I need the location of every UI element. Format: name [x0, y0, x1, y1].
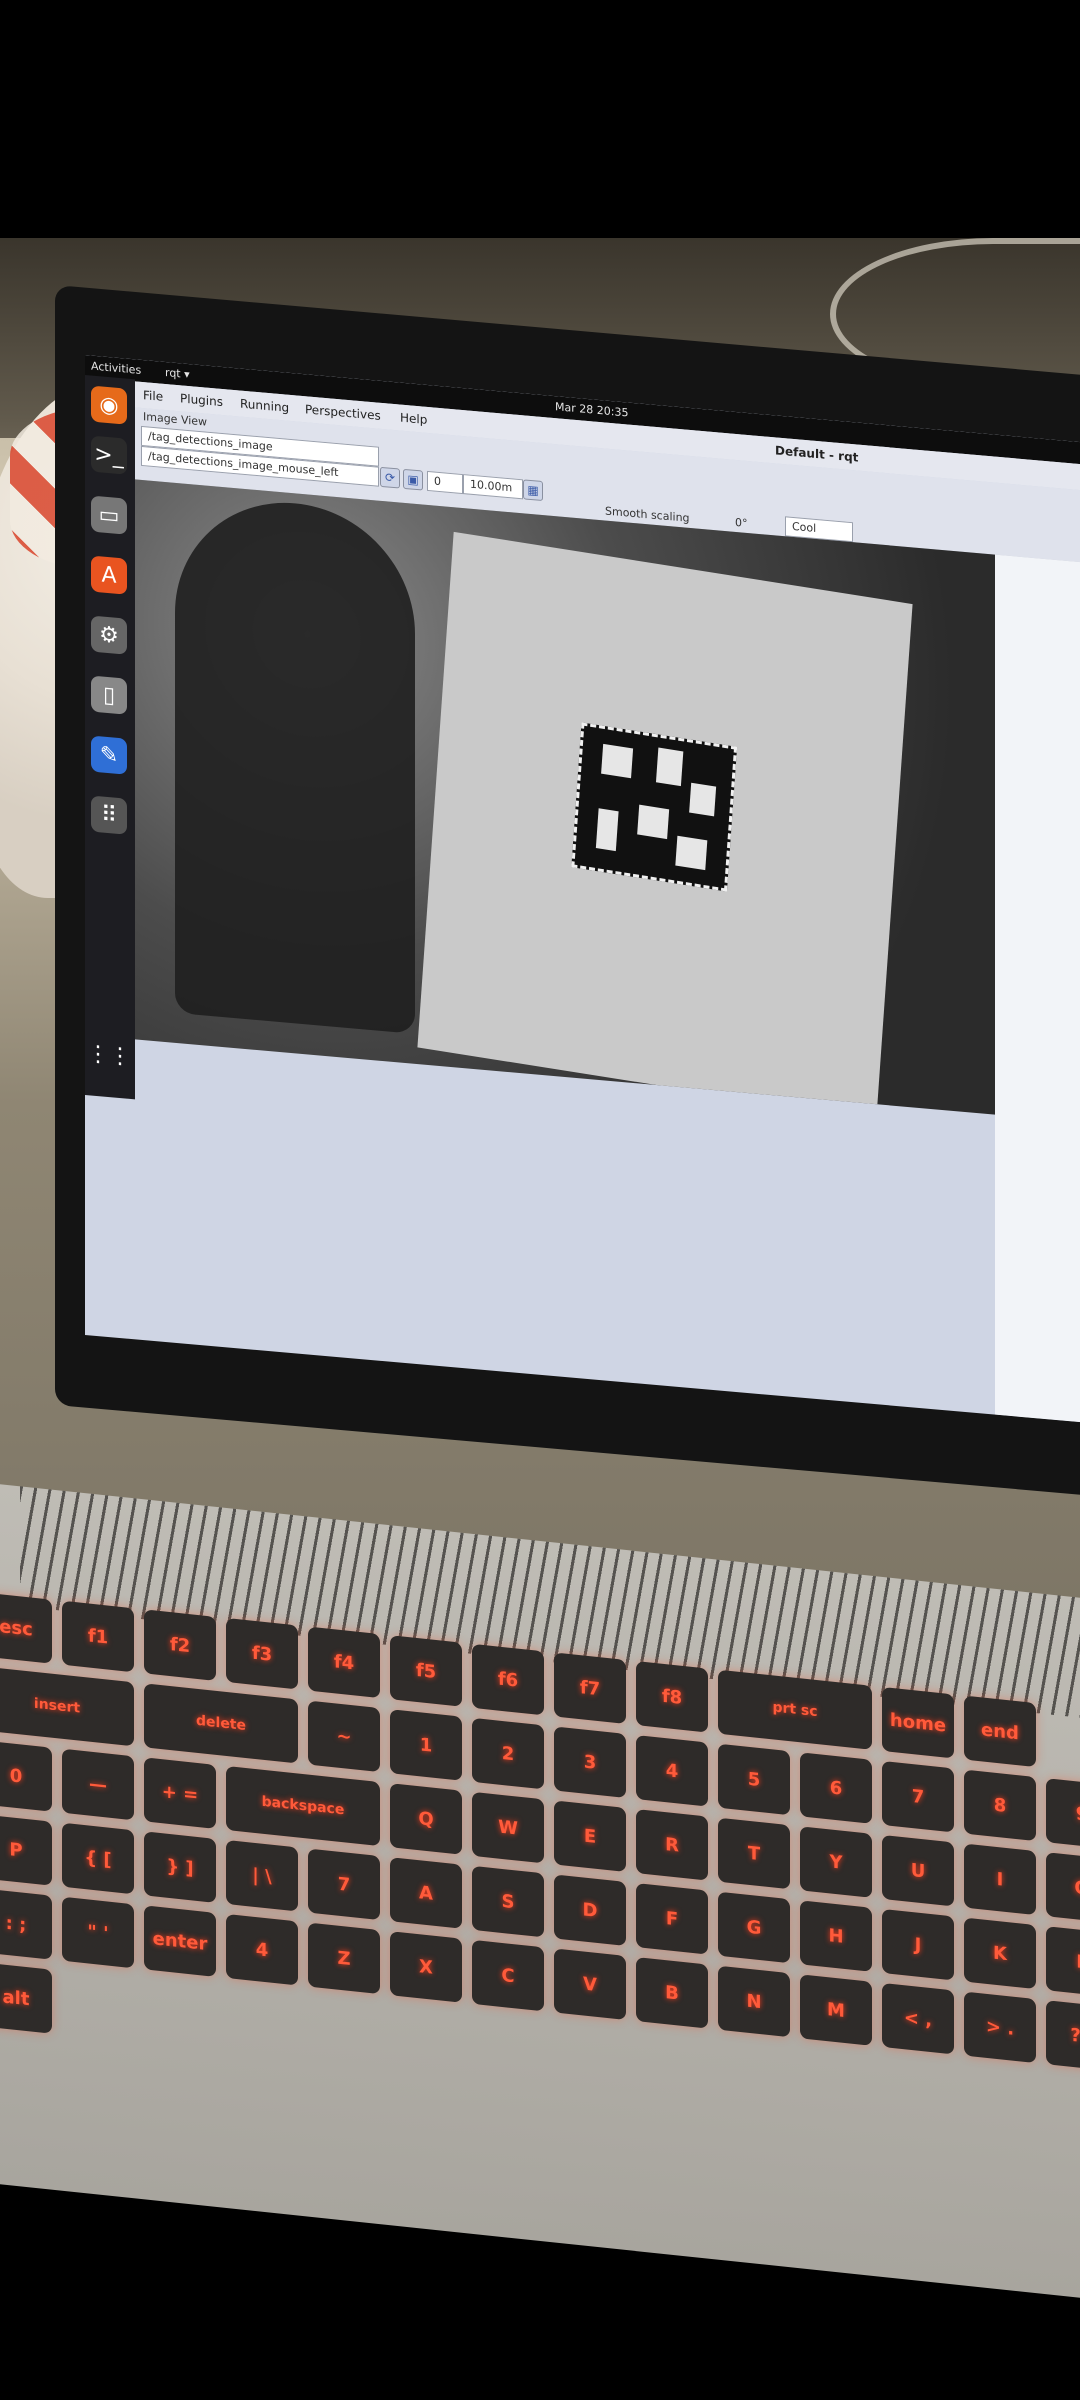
files-icon[interactable]: ▭ [91, 495, 127, 535]
show-apps-icon[interactable]: ⋮⋮ [87, 1036, 131, 1075]
key[interactable]: 8 [964, 1769, 1036, 1842]
menu-plugins[interactable]: Plugins [180, 391, 223, 409]
key[interactable]: 4 [226, 1913, 298, 1986]
key[interactable]: ~ [308, 1700, 380, 1773]
key-grid: esc f1 f2 f3 f4 f5 f6 f7 f8 prt sc home end insert de… [0, 1592, 1080, 2274]
max-value-field[interactable]: 10.00m [463, 474, 523, 500]
key[interactable]: f8 [636, 1661, 708, 1733]
key[interactable]: } ] [144, 1831, 216, 1903]
key[interactable]: F [636, 1883, 708, 1955]
key[interactable]: D [554, 1874, 626, 1946]
key[interactable]: V [554, 1948, 626, 2020]
key[interactable]: alt [0, 1962, 52, 2034]
menu-help[interactable]: Help [400, 411, 427, 427]
key[interactable]: 6 [800, 1752, 872, 1824]
key[interactable]: R [636, 1809, 708, 1881]
camera-image [135, 479, 995, 1115]
key[interactable]: 2 [472, 1717, 544, 1790]
refresh-icon[interactable]: ⟳ [380, 466, 400, 489]
key[interactable]: K [964, 1917, 1036, 1990]
key[interactable]: B [636, 1957, 708, 2029]
spin-box[interactable]: 0 [427, 470, 463, 495]
key[interactable]: T [718, 1817, 790, 1890]
software-icon[interactable]: A [91, 555, 127, 595]
key[interactable]: f6 [472, 1643, 544, 1716]
activities-button[interactable]: Activities [91, 360, 141, 377]
key[interactable]: 7 [308, 1848, 380, 1921]
key[interactable]: enter [144, 1905, 216, 1977]
key[interactable]: A [390, 1857, 462, 1929]
laptop-screen: Activities rqt ▾ Mar 28 20:35 ◉ >_ ▭ A ⚙… [85, 355, 1080, 1426]
key[interactable]: 5 [718, 1743, 790, 1816]
key[interactable]: | \ [226, 1839, 298, 1912]
key[interactable]: Z [308, 1922, 380, 1995]
right-panel [995, 554, 1080, 1426]
key[interactable]: 0 [0, 1740, 52, 1812]
menu-file[interactable]: File [143, 388, 163, 404]
window-title: Default - rqt [775, 443, 859, 465]
key[interactable]: J [882, 1908, 954, 1981]
key[interactable]: E [554, 1800, 626, 1872]
paper-sheet [417, 531, 913, 1115]
key[interactable]: f2 [144, 1609, 216, 1681]
plugin-title: Image View [143, 410, 208, 429]
key[interactable]: N [718, 1965, 790, 2038]
key[interactable]: { [ [62, 1822, 134, 1895]
key[interactable]: > . [964, 1991, 1036, 2064]
dock: ◉ >_ ▭ A ⚙ ▯ ✎ ⠿ ⋮⋮ [85, 375, 135, 1100]
key[interactable]: O [1046, 1852, 1080, 1924]
laptop-keyboard: esc f1 f2 f3 f4 f5 f6 f7 f8 prt sc home end insert de… [0, 1480, 1080, 2307]
key[interactable]: I [964, 1843, 1036, 1916]
clock[interactable]: Mar 28 20:35 [555, 400, 628, 419]
person-silhouette [175, 492, 415, 1034]
key[interactable]: U [882, 1834, 954, 1907]
key[interactable]: G [718, 1891, 790, 1964]
save-icon[interactable]: ▣ [403, 468, 423, 491]
pen-icon[interactable]: ✎ [91, 735, 127, 775]
key[interactable]: X [390, 1931, 462, 2003]
key[interactable]: insert [0, 1666, 134, 1747]
key[interactable]: delete [144, 1683, 298, 1764]
key[interactable]: f7 [554, 1652, 626, 1724]
menu-running[interactable]: Running [240, 397, 289, 415]
key[interactable]: Y [800, 1826, 872, 1898]
key[interactable]: + = [144, 1757, 216, 1829]
key[interactable]: home [882, 1686, 954, 1759]
key[interactable]: — [62, 1748, 134, 1821]
key[interactable]: H [800, 1900, 872, 1972]
key[interactable]: 9 [1046, 1778, 1080, 1850]
menu-perspectives[interactable]: Perspectives [305, 402, 381, 423]
key[interactable]: 3 [554, 1726, 626, 1798]
rotation-label: 0° [735, 515, 748, 530]
key[interactable]: 4 [636, 1735, 708, 1807]
key[interactable]: : ; [0, 1888, 52, 1960]
text-editor-icon[interactable]: ▯ [91, 675, 127, 715]
key[interactable]: " ' [62, 1896, 134, 1969]
settings-icon[interactable]: ⚙ [91, 615, 127, 655]
key[interactable]: W [472, 1791, 544, 1864]
key[interactable]: < , [882, 1982, 954, 2055]
key[interactable]: L [1046, 1926, 1080, 1998]
firefox-icon[interactable]: ◉ [91, 385, 127, 425]
key[interactable]: M [800, 1974, 872, 2046]
key[interactable]: f3 [226, 1617, 298, 1690]
key[interactable]: f1 [62, 1600, 134, 1673]
terminal-icon[interactable]: >_ [91, 435, 127, 475]
key[interactable]: end [964, 1695, 1036, 1768]
key[interactable]: 1 [390, 1709, 462, 1781]
dice-app-icon[interactable]: ⠿ [91, 795, 127, 835]
key[interactable]: esc [0, 1592, 52, 1664]
screenshot-icon[interactable]: ▦ [523, 479, 543, 502]
key[interactable]: 7 [882, 1760, 954, 1833]
app-menu[interactable]: rqt ▾ [165, 366, 190, 381]
key[interactable]: ? / [1046, 2000, 1080, 2072]
key[interactable]: S [472, 1865, 544, 1938]
key[interactable]: Q [390, 1783, 462, 1855]
apriltag-marker [571, 722, 738, 892]
key[interactable]: backspace [226, 1765, 380, 1847]
key[interactable]: P [0, 1814, 52, 1886]
key[interactable]: f4 [308, 1626, 380, 1699]
key[interactable]: C [472, 1939, 544, 2012]
key[interactable]: f5 [390, 1635, 462, 1707]
